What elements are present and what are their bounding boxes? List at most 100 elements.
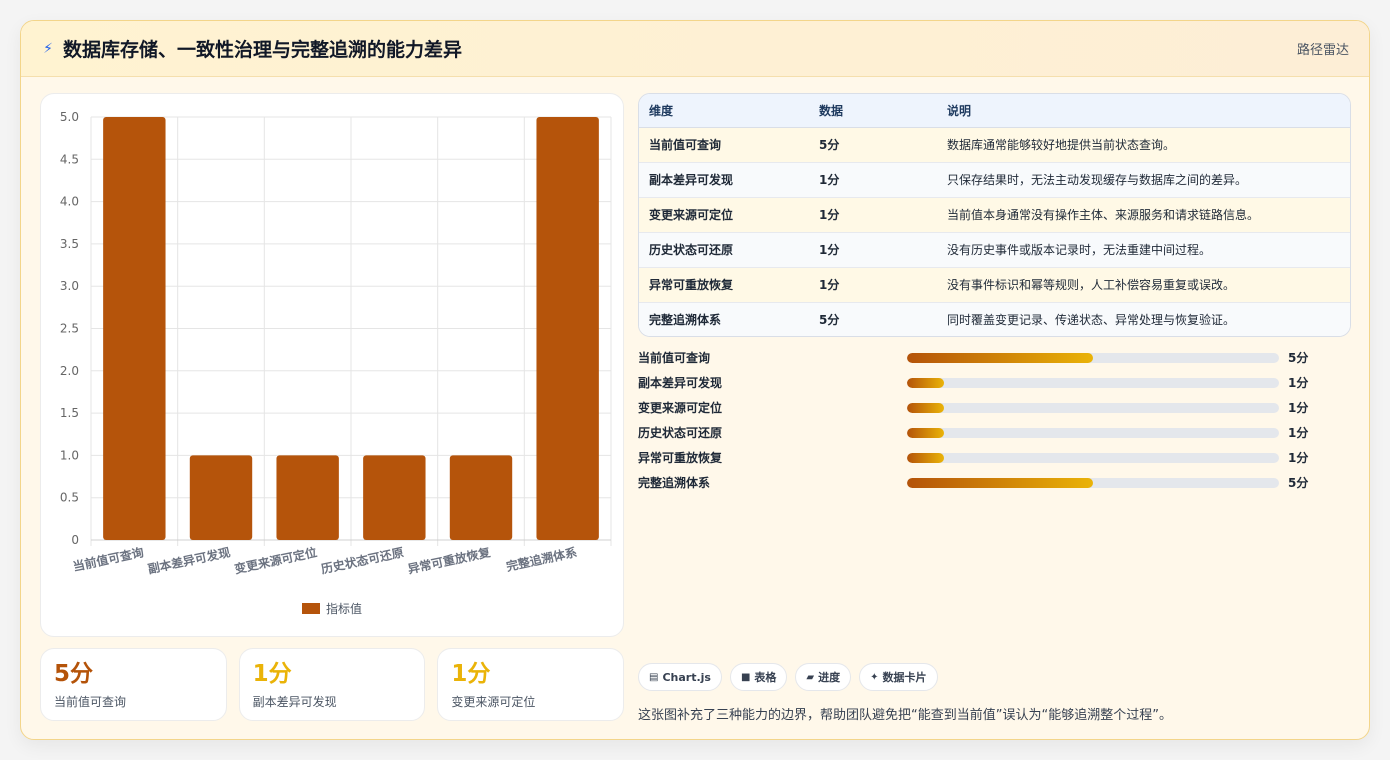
footnote: 这张图补充了三种能力的边界，帮助团队避免把“能查到当前值”误认为“能够追溯整个过… (638, 708, 1172, 723)
progress-list: 当前值可查询 5分 副本差异可发现 1分 变更来源可定位 1分 历史状态可还原 … (638, 345, 1351, 495)
chart-bar (189, 455, 253, 540)
y-tick-label: 2.0 (60, 364, 79, 378)
chart-legend[interactable]: 指标值 (41, 600, 623, 617)
y-tick-label: 0.5 (60, 491, 79, 505)
table-header-dimension: 维度 (639, 94, 809, 128)
stat-value: 1分 (252, 661, 292, 687)
table-row: 当前值可查询 5分 数据库通常能够较好地提供当前状态查询。 (639, 127, 1350, 163)
table-cell: 1分 (809, 197, 937, 233)
progress-value: 1分 (1288, 451, 1309, 465)
chip-table[interactable]: ■ 表格 (729, 663, 788, 691)
card-header: ⚡ 数据库存储、一致性治理与完整追溯的能力差异 路径雷达 (21, 21, 1369, 77)
y-tick-label: 3.5 (60, 237, 79, 251)
chip-progress[interactable]: ▰ 进度 (795, 663, 852, 691)
chip-label: 数据卡片 (882, 671, 927, 684)
y-tick-label: 1.0 (60, 448, 79, 462)
bar-chart-panel: 0 0.5 1.0 1.5 2.0 2.5 3.0 3.5 4.0 4.5 5.0 当前值可查询 副本差… (40, 93, 624, 637)
chart-bar (276, 455, 339, 540)
table-cell: 变更来源可定位 (639, 197, 809, 233)
feature-chips: ▤ Chart.js ■ 表格 ▰ 进度 ✦ 数据卡片 (638, 663, 938, 691)
comparison-table: 维度 数据 说明 当前值可查询 5分 数据库通常能够较好地提供当前状态查询。 副… (639, 94, 1350, 336)
stat-label: 副本差异可发现 (252, 695, 337, 709)
stat-value: 1分 (451, 661, 491, 687)
stat-card: 1分 副本差异可发现 (238, 648, 426, 721)
bar-chart: 0 0.5 1.0 1.5 2.0 2.5 3.0 3.5 4.0 4.5 5.0 当前值可查询 副本差… (60, 110, 612, 576)
progress-track (907, 352, 1279, 363)
table-cell: 完整追溯体系 (639, 302, 809, 336)
table-row: 副本差异可发现 1分 只保存结果时，无法主动发现缓存与数据库之间的差异。 (639, 162, 1350, 198)
lightning-icon: ⚡ (43, 40, 53, 57)
progress-fill (907, 402, 945, 413)
chart-bar (103, 117, 166, 540)
table-row: 异常可重放恢复 1分 没有事件标识和幂等规则，人工补偿容易重复或误改。 (639, 267, 1350, 303)
x-tick-label: 变更来源可定位 (233, 544, 318, 576)
progress-label: 变更来源可定位 (638, 401, 723, 415)
table-cell: 同时覆盖变更记录、传递状态、异常处理与恢复验证。 (937, 302, 1350, 336)
progress-track (907, 402, 1279, 413)
table-cell: 当前值可查询 (639, 127, 809, 163)
progress-fill (907, 352, 1093, 363)
stat-value: 5分 (54, 661, 94, 687)
table-row: 完整追溯体系 5分 同时覆盖变更记录、传递状态、异常处理与恢复验证。 (639, 302, 1350, 336)
progress-track (907, 427, 1279, 438)
table-cell: 没有事件标识和幂等规则，人工补偿容易重复或误改。 (937, 267, 1350, 303)
table-cell: 没有历史事件或版本记录时，无法重建中间过程。 (937, 232, 1350, 268)
table-cell: 异常可重放恢复 (639, 267, 809, 303)
y-tick-label: 2.5 (60, 322, 79, 336)
table-cell: 1分 (809, 267, 937, 303)
table-cell: 当前值本身通常没有操作主体、来源服务和请求链路信息。 (937, 197, 1350, 233)
y-tick-label: 3.0 (60, 279, 79, 293)
stat-card: 5分 当前值可查询 (40, 648, 227, 721)
table-header-description: 说明 (937, 94, 1350, 128)
table-cell: 5分 (809, 302, 937, 336)
table-cell: 数据库通常能够较好地提供当前状态查询。 (937, 127, 1350, 163)
progress-label: 当前值可查询 (638, 351, 711, 365)
progress-value: 1分 (1288, 376, 1309, 390)
x-tick-label: 历史状态可还原 (320, 544, 405, 576)
progress-track (907, 477, 1279, 488)
table-cell: 1分 (809, 232, 937, 268)
progress-value: 5分 (1288, 476, 1309, 490)
progress-fill (907, 427, 945, 438)
progress-fill (907, 477, 1093, 488)
table-cell: 1分 (809, 162, 937, 198)
y-tick-label: 0 (71, 533, 79, 547)
progress-track (907, 452, 1279, 463)
table-row: 历史状态可还原 1分 没有历史事件或版本记录时，无法重建中间过程。 (639, 232, 1350, 268)
progress-row: 当前值可查询 5分 (638, 345, 1351, 370)
progress-fill (907, 377, 945, 388)
main-card: ⚡ 数据库存储、一致性治理与完整追溯的能力差异 路径雷达 0 0.5 1.0 1.5 2… (20, 20, 1370, 740)
table-icon: ■ (740, 671, 751, 683)
progress-icon: ▰ (806, 671, 815, 683)
chart-bar (363, 455, 426, 540)
chip-data-card[interactable]: ✦ 数据卡片 (859, 663, 938, 691)
progress-label: 异常可重放恢复 (638, 451, 723, 465)
progress-row: 副本差异可发现 1分 (638, 370, 1351, 395)
chart-bar (536, 117, 599, 540)
progress-fill (907, 452, 945, 463)
x-tick-label: 完整追溯体系 (505, 544, 579, 574)
title-wrap: ⚡ 数据库存储、一致性治理与完整追溯的能力差异 (41, 35, 462, 62)
chip-chartjs[interactable]: ▤ Chart.js (638, 663, 722, 691)
y-tick-label: 4.0 (60, 195, 79, 209)
card-icon: ✦ (870, 671, 879, 683)
table-cell: 5分 (809, 127, 937, 163)
table-cell: 副本差异可发现 (639, 162, 809, 198)
progress-value: 5分 (1288, 351, 1309, 365)
table-cell: 只保存结果时，无法主动发现缓存与数据库之间的差异。 (937, 162, 1350, 198)
x-tick-label: 副本差异可发现 (146, 544, 231, 576)
path-radar-link[interactable]: 路径雷达 (1297, 39, 1349, 58)
progress-row: 历史状态可还原 1分 (638, 420, 1351, 445)
chip-label: 表格 (754, 671, 777, 684)
progress-label: 历史状态可还原 (638, 426, 723, 440)
table-header-data: 数据 (809, 94, 937, 128)
chart-icon: ▤ (649, 671, 659, 683)
chart-bar (449, 455, 513, 540)
y-tick-label: 4.5 (60, 152, 79, 166)
stat-label: 变更来源可定位 (451, 695, 536, 709)
legend-swatch (301, 603, 320, 614)
progress-row: 异常可重放恢复 1分 (638, 445, 1351, 470)
progress-row: 变更来源可定位 1分 (638, 395, 1351, 420)
progress-track (907, 377, 1279, 388)
stat-card: 1分 变更来源可定位 (437, 648, 625, 721)
